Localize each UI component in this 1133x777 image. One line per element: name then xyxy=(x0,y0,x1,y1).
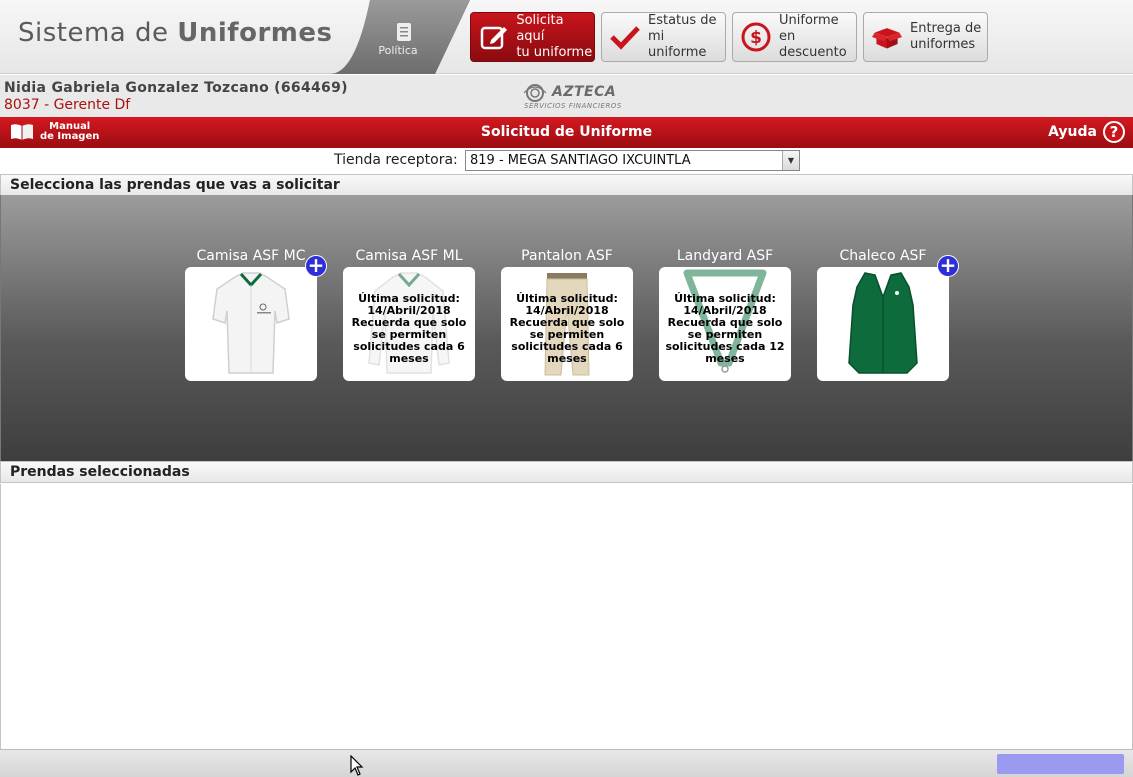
request-uniform-button[interactable]: Solicita aquí tu uniforme xyxy=(470,12,595,62)
garments-panel: Camisa ASF MC + Camisa ASF ML Última sol… xyxy=(0,195,1133,461)
app-title: Sistema de Uniformes xyxy=(18,18,333,48)
title-bar: Solicitud de Uniforme Manual de Imagen Ay… xyxy=(0,117,1133,148)
uniform-delivery-label-2: uniformes xyxy=(910,37,976,52)
uniform-status-label-2: mi uniforme xyxy=(648,29,707,60)
garment-card[interactable] xyxy=(817,267,949,381)
request-uniform-label-1: Solicita aquí xyxy=(516,13,564,44)
garment-restriction-message: Última solicitud: 14/Abril/2018 Recuerda… xyxy=(509,292,625,365)
app-title-bold: Uniformes xyxy=(177,18,333,48)
uniform-delivery-label-1: Entrega de xyxy=(910,21,982,36)
submit-button[interactable] xyxy=(997,754,1124,774)
user-role: 8037 - Gerente Df xyxy=(4,97,131,113)
uniform-status-label-1: Estatus de xyxy=(648,13,717,28)
dollar-icon: $ xyxy=(741,22,771,52)
checkmark-icon xyxy=(610,22,640,52)
user-name: Nidia Gabriela Gonzalez Tozcano (664469) xyxy=(4,80,348,96)
uniform-status-button[interactable]: Estatus de mi uniforme xyxy=(601,12,726,62)
selected-garments-list xyxy=(0,484,1133,749)
user-bar: Nidia Gabriela Gonzalez Tozcano (664469)… xyxy=(0,75,1133,117)
garment-title: Landyard ASF xyxy=(676,248,774,264)
discount-uniform-label-1: Uniforme en xyxy=(779,13,839,44)
selected-garments-header: Prendas seleccionadas xyxy=(0,461,1133,483)
add-garment-button[interactable]: + xyxy=(937,255,959,277)
footer xyxy=(0,749,1133,777)
azteca-logo: AZTECA SERVICIOS FINANCIEROS xyxy=(522,83,622,111)
page: Sistema de Uniformes Política Solicita a… xyxy=(0,0,1133,777)
azteca-logo-icon xyxy=(523,84,547,102)
help-label: Ayuda xyxy=(1048,124,1097,140)
page-title: Solicitud de Uniforme xyxy=(480,124,653,140)
svg-text:$: $ xyxy=(750,28,762,48)
request-uniform-label-2: tu uniforme xyxy=(516,45,593,60)
discount-uniform-label-2: descuento xyxy=(779,45,847,60)
store-row: Tienda receptora: 819 - MEGA SANTIAGO IX… xyxy=(0,148,1133,174)
azteca-logo-text: AZTECA xyxy=(552,84,617,100)
garment-card[interactable] xyxy=(185,267,317,381)
vest-image xyxy=(848,272,918,374)
select-garments-header: Selecciona las prendas que vas a solicit… xyxy=(0,174,1133,196)
garment-card[interactable]: Última solicitud: 14/Abril/2018 Recuerda… xyxy=(501,267,633,381)
image-manual-link[interactable]: Manual de Imagen xyxy=(10,120,99,144)
policy-label[interactable]: Política xyxy=(374,44,422,57)
uniform-delivery-button[interactable]: Entrega de uniformes xyxy=(863,12,988,62)
azteca-logo-sub: SERVICIOS FINANCIEROS xyxy=(524,102,622,110)
box-icon xyxy=(872,22,902,52)
selected-garments-title: Prendas seleccionadas xyxy=(10,464,190,480)
edit-icon xyxy=(479,22,508,52)
help-button[interactable]: Ayuda ? xyxy=(1048,121,1125,143)
top-header: Sistema de Uniformes Política Solicita a… xyxy=(0,0,1133,74)
garment-restriction-message: Última solicitud: 14/Abril/2018 Recuerda… xyxy=(665,292,785,365)
store-label: Tienda receptora: xyxy=(334,152,458,168)
help-icon: ? xyxy=(1103,121,1125,143)
store-select[interactable]: 819 - MEGA SANTIAGO IXCUINTLA ▼ xyxy=(465,150,800,171)
mouse-cursor-icon xyxy=(350,755,364,776)
image-manual-label-2: de Imagen xyxy=(40,131,100,142)
short-sleeve-shirt-image xyxy=(212,272,290,374)
garment-title: Camisa ASF ML xyxy=(355,248,463,264)
app-title-prefix: Sistema de xyxy=(18,18,169,48)
garment-title: Pantalon ASF xyxy=(521,248,613,264)
document-icon[interactable] xyxy=(396,22,412,42)
select-garments-title: Selecciona las prendas que vas a solicit… xyxy=(10,177,340,193)
garment-card[interactable]: Última solicitud: 14/Abril/2018 Recuerda… xyxy=(659,267,791,381)
book-icon xyxy=(11,124,33,140)
discount-uniform-button[interactable]: $ Uniforme en descuento xyxy=(732,12,857,62)
chevron-down-icon[interactable]: ▼ xyxy=(782,151,799,170)
garment-restriction-message: Última solicitud: 14/Abril/2018 Recuerda… xyxy=(351,292,467,365)
store-select-value: 819 - MEGA SANTIAGO IXCUINTLA xyxy=(470,153,691,168)
garment-card[interactable]: Última solicitud: 14/Abril/2018 Recuerda… xyxy=(343,267,475,381)
